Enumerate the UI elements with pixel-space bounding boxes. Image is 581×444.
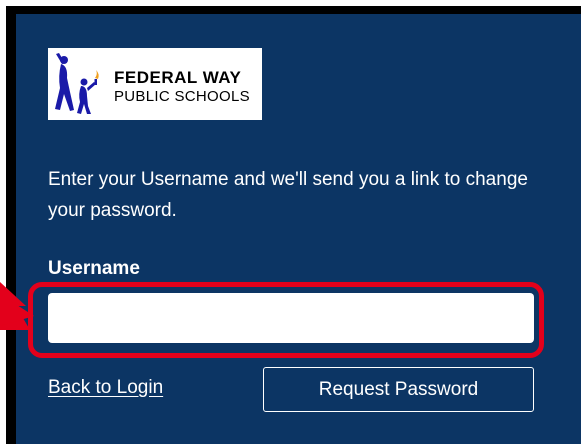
logo-subtitle: PUBLIC SCHOOLS (114, 88, 250, 105)
red-arrow-icon (0, 282, 34, 330)
figures-with-torch-icon (55, 53, 99, 114)
logo-title: FEDERAL WAY (114, 68, 242, 87)
district-logo: FEDERAL WAY PUBLIC SCHOOLS (48, 48, 262, 120)
username-label: Username (48, 258, 140, 279)
instructions-text: Enter your Username and we'll send you a… (48, 169, 528, 221)
back-to-login-link[interactable]: Back to Login (48, 377, 163, 399)
request-password-button[interactable]: Request Password (263, 367, 534, 412)
username-input[interactable] (48, 293, 534, 343)
